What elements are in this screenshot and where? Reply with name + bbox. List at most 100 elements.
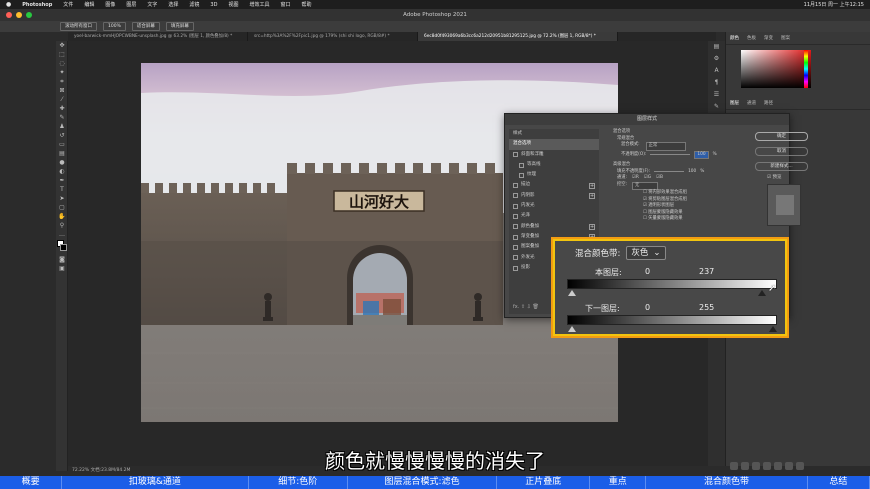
- blend-if-channel-select[interactable]: 灰色 ⌄: [626, 246, 666, 260]
- style-list-item[interactable]: 斜面和浮雕: [509, 150, 599, 160]
- cancel-button[interactable]: 取消: [755, 147, 808, 156]
- menu-3d[interactable]: 3D: [210, 2, 217, 8]
- new-style-button[interactable]: 新建样式...: [755, 162, 808, 171]
- menu-filter[interactable]: 滤镜: [189, 1, 199, 8]
- underlying-white-slider[interactable]: [769, 326, 777, 332]
- paragraph-panel-icon[interactable]: ¶: [708, 77, 725, 89]
- doc-tab[interactable]: yoel-barwick-mmHJOPCWBNE-unsplash.jpg @ …: [68, 32, 248, 41]
- style-list-item[interactable]: 内发光: [509, 201, 599, 211]
- tab-patterns[interactable]: 图案: [781, 35, 790, 41]
- new-layer-icon[interactable]: [785, 462, 793, 470]
- style-list-item[interactable]: 等高线: [509, 160, 599, 170]
- this-layer-black-slider[interactable]: [568, 290, 576, 296]
- zoom-100-button[interactable]: 100%: [103, 22, 126, 31]
- zoom-window-button[interactable]: [26, 12, 32, 18]
- pen-tool-icon[interactable]: ✒: [56, 176, 68, 185]
- style-list-item[interactable]: 描边 +: [509, 180, 599, 190]
- chapter-segment[interactable]: 混合颜色带: [646, 476, 808, 489]
- menu-view[interactable]: 视图: [228, 1, 238, 8]
- checkbox[interactable]: [513, 203, 518, 209]
- fill-opacity-input[interactable]: 100: [688, 169, 696, 176]
- style-list-item[interactable]: 纹理: [509, 170, 599, 180]
- tab-gradients[interactable]: 渐变: [764, 35, 773, 41]
- quick-mask-icon[interactable]: ◙: [56, 255, 68, 264]
- fill-screen-button[interactable]: 填充屏幕: [165, 22, 194, 31]
- shape-tool-icon[interactable]: ▢: [56, 203, 68, 212]
- tab-layers[interactable]: 图层: [730, 100, 739, 106]
- style-list-item[interactable]: 内阴影 +: [509, 191, 599, 201]
- eyedropper-tool-icon[interactable]: ⁄: [56, 95, 68, 104]
- color-picker[interactable]: [741, 50, 811, 88]
- trash-icon[interactable]: [796, 462, 804, 470]
- preview-checkbox[interactable]: ☑ 预览: [767, 174, 781, 180]
- checkbox[interactable]: [513, 152, 518, 158]
- crop-tool-icon[interactable]: ⌗: [56, 77, 68, 86]
- color-swatches-icon[interactable]: [56, 239, 68, 255]
- menu-plugins[interactable]: 增效工具: [249, 1, 269, 8]
- magic-wand-tool-icon[interactable]: ✦: [56, 68, 68, 77]
- close-window-button[interactable]: [6, 12, 12, 18]
- more-tools-icon[interactable]: …: [56, 230, 68, 239]
- checkbox[interactable]: [513, 234, 518, 240]
- gradient-tool-icon[interactable]: ▤: [56, 149, 68, 158]
- checkbox[interactable]: [519, 162, 524, 168]
- style-list-item-selected[interactable]: 混合选项: [509, 139, 599, 150]
- this-layer-white-slider[interactable]: [758, 290, 767, 296]
- style-list-item[interactable]: 样式: [509, 129, 599, 139]
- brush-panel-icon[interactable]: ✎: [708, 101, 725, 113]
- mask-icon[interactable]: [752, 462, 760, 470]
- opacity-input[interactable]: 100: [694, 150, 709, 159]
- doc-tab-active[interactable]: 6ec8d0f493069a6b3cc6a212d20951b81295125.…: [418, 32, 618, 41]
- checkbox[interactable]: [513, 183, 518, 189]
- properties-panel-icon[interactable]: ⚙: [708, 53, 725, 65]
- option-checkbox[interactable]: ☐ 矢量蒙版隐藏效果: [643, 216, 753, 223]
- lasso-tool-icon[interactable]: ◌: [56, 59, 68, 68]
- checkbox[interactable]: [519, 172, 524, 178]
- menu-edit[interactable]: 编辑: [84, 1, 94, 8]
- tab-paths[interactable]: 路径: [764, 100, 773, 106]
- app-name-menu[interactable]: Photoshop: [22, 2, 52, 8]
- screen-mode-icon[interactable]: ▣: [56, 264, 68, 273]
- chapter-segment[interactable]: 重点: [590, 476, 647, 489]
- underlying-black-slider[interactable]: [568, 326, 576, 332]
- fx-icon[interactable]: fx. ⇧ ⇩ 🗑: [513, 304, 539, 310]
- chapter-segment[interactable]: 总结: [808, 476, 870, 489]
- marquee-tool-icon[interactable]: ⬚: [56, 50, 68, 59]
- eraser-tool-icon[interactable]: ▭: [56, 140, 68, 149]
- chapter-segment[interactable]: 图层混合模式:滤色: [348, 476, 498, 489]
- menu-layer[interactable]: 图层: [126, 1, 136, 8]
- checkbox[interactable]: [513, 193, 518, 199]
- checkbox[interactable]: [513, 265, 518, 271]
- fill-opacity-slider[interactable]: [654, 171, 685, 173]
- minimize-window-button[interactable]: [16, 12, 22, 18]
- blur-tool-icon[interactable]: ●: [56, 158, 68, 167]
- menu-select[interactable]: 选择: [168, 1, 178, 8]
- add-effect-button[interactable]: +: [589, 223, 595, 230]
- dodge-tool-icon[interactable]: ◐: [56, 167, 68, 176]
- doc-tab[interactable]: src=http%3A%2F%2Fpic1.jpg @ 179% (shi sh…: [248, 32, 418, 41]
- adjustment-icon[interactable]: [763, 462, 771, 470]
- add-effect-button[interactable]: +: [589, 192, 595, 199]
- move-tool-icon[interactable]: ✥: [56, 41, 68, 50]
- stamp-tool-icon[interactable]: ♟: [56, 122, 68, 131]
- blend-mode-select[interactable]: 正常: [645, 142, 686, 151]
- history-brush-tool-icon[interactable]: ↺: [56, 131, 68, 140]
- hue-slider[interactable]: [804, 50, 808, 88]
- chapter-segment[interactable]: 细节:色阶: [249, 476, 348, 489]
- menu-help[interactable]: 帮助: [301, 1, 311, 8]
- checkbox[interactable]: [513, 214, 518, 220]
- checkbox[interactable]: [513, 255, 518, 261]
- type-tool-icon[interactable]: T: [56, 185, 68, 194]
- libraries-panel-icon[interactable]: ☰: [708, 89, 725, 101]
- chapter-segment[interactable]: 概要: [0, 476, 63, 489]
- path-select-tool-icon[interactable]: ➤: [56, 194, 68, 203]
- brush-tool-icon[interactable]: ✎: [56, 113, 68, 122]
- tab-channels[interactable]: 通道: [747, 100, 756, 106]
- checkbox[interactable]: [513, 224, 518, 230]
- menu-window[interactable]: 窗口: [280, 1, 290, 8]
- link-layers-icon[interactable]: [730, 462, 738, 470]
- opacity-slider[interactable]: [650, 154, 691, 156]
- healing-tool-icon[interactable]: ✚: [56, 104, 68, 113]
- zoom-tool-icon[interactable]: ⚲: [56, 221, 68, 230]
- style-list-item[interactable]: 颜色叠加 +: [509, 222, 599, 232]
